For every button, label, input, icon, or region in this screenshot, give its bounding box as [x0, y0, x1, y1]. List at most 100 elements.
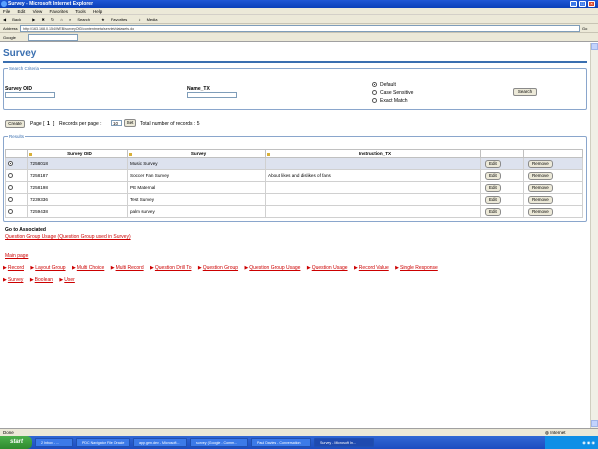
row-select-radio[interactable] — [8, 208, 13, 214]
tray-icons: ◉ ◉ ◉ — [582, 440, 595, 445]
search-icon: ⌕ — [68, 17, 72, 22]
nav-link-layout-group[interactable]: ▶Layout Group — [30, 265, 65, 271]
scroll-up-arrow-icon[interactable] — [591, 43, 598, 50]
survey-name-cell: Soccer Fan Survey — [127, 169, 266, 182]
edit-button[interactable]: Edit — [485, 195, 501, 204]
page-title: Survey — [3, 48, 37, 59]
edit-button[interactable]: Edit — [485, 183, 501, 192]
nav-link-question-drill-to[interactable]: ▶Question Drill To — [150, 265, 191, 271]
taskbar-item-survey-google[interactable]: survey (Google - Comm... — [190, 438, 248, 447]
remove-button[interactable]: Remove — [528, 159, 553, 168]
search-button[interactable]: ⌕ Search — [69, 17, 95, 22]
maximize-button[interactable]: □ — [579, 1, 586, 7]
records-per-page-input[interactable]: 10 — [111, 120, 122, 126]
menu-help[interactable]: Help — [93, 9, 102, 14]
instruction-column-header[interactable]: Instruction_TX — [265, 149, 481, 158]
title-divider — [3, 61, 587, 63]
survey-oid-input[interactable] — [5, 92, 55, 98]
edit-button[interactable]: Edit — [485, 159, 501, 168]
remove-button[interactable]: Remove — [528, 183, 553, 192]
remove-button[interactable]: Remove — [528, 207, 553, 216]
survey-oid-column-header[interactable]: Survey OID — [27, 149, 128, 158]
home-button[interactable]: ⌂ — [60, 17, 62, 22]
system-tray: ◉ ◉ ◉ — [545, 436, 598, 449]
survey-name-cell: PE Maternal — [127, 181, 266, 194]
triangle-right-icon: ▶ — [29, 277, 34, 283]
nav-link-question-group[interactable]: ▶Question Group — [198, 265, 238, 271]
nav-link-survey[interactable]: ▶Survey — [3, 277, 23, 283]
favorites-button[interactable]: ★ Favorites — [101, 17, 132, 22]
menu-favorites[interactable]: Favorites — [50, 9, 69, 14]
address-input[interactable]: http://163.168.0.154/WEB/surveyOID/conte… — [20, 25, 580, 32]
taskbar-item-paul-davies[interactable]: Paul Davies - Conversation — [251, 438, 311, 447]
nav-link-record-value[interactable]: ▶Record Value — [354, 265, 389, 271]
sort-icon — [129, 153, 132, 156]
nav-link-single-response[interactable]: ▶Single Response — [395, 265, 438, 271]
row-select-cell — [5, 169, 28, 182]
survey-column-header[interactable]: Survey — [127, 149, 266, 158]
taskbar-item-pdc-navigator[interactable]: PDC Navigator File Oracle — [76, 438, 130, 447]
address-label: Address — [3, 26, 18, 31]
scroll-down-arrow-icon[interactable] — [591, 420, 598, 427]
main-page-link[interactable]: Main page — [5, 253, 28, 259]
stop-button[interactable]: ✖ — [41, 17, 44, 22]
create-button[interactable]: Create — [5, 120, 25, 128]
table-row[interactable]: 7258198 PE Maternal Edit Remove — [5, 181, 583, 194]
radio-default[interactable] — [372, 82, 377, 87]
question-group-usage-link[interactable]: Question Group Usage (Question Group use… — [5, 234, 131, 240]
nav-link-record[interactable]: ▶Record — [3, 265, 24, 271]
name-tx-input[interactable] — [187, 92, 237, 98]
radio-case-sensitive[interactable] — [372, 90, 377, 95]
table-row[interactable]: 7259438 palm survey Edit Remove — [5, 205, 583, 218]
go-button[interactable]: Go — [582, 24, 587, 33]
remove-button[interactable]: Remove — [528, 171, 553, 180]
edit-button[interactable]: Edit — [485, 207, 501, 216]
table-row[interactable]: 7239336 Test Survey Edit Remove — [5, 193, 583, 206]
row-select-radio[interactable] — [8, 160, 13, 166]
vertical-scrollbar[interactable] — [590, 43, 598, 428]
survey-name-cell: Music Survey — [127, 157, 266, 170]
search-criteria-legend: Search Criteria — [9, 66, 40, 71]
sort-icon — [29, 153, 32, 156]
triangle-right-icon: ▶ — [110, 265, 115, 271]
row-select-radio[interactable] — [8, 184, 13, 190]
taskbar-item-survey-ie[interactable]: Survey - Microsoft In... — [314, 438, 374, 447]
close-button[interactable]: × — [588, 1, 595, 7]
set-button[interactable]: Set — [124, 119, 136, 127]
minimize-button[interactable]: _ — [570, 1, 577, 7]
nav-link-question-usage[interactable]: ▶Question Usage — [307, 265, 348, 271]
media-button[interactable]: ♪ Media — [138, 17, 162, 22]
search-button[interactable]: Search — [513, 88, 537, 96]
menu-tools[interactable]: Tools — [75, 9, 86, 14]
survey-oid-cell: 7258198 — [27, 181, 128, 194]
nav-link-boolean[interactable]: ▶Boolean — [30, 277, 53, 283]
refresh-button[interactable]: ↻ — [51, 17, 54, 22]
row-select-radio[interactable] — [8, 196, 13, 202]
triangle-right-icon: ▶ — [353, 265, 358, 271]
menu-edit[interactable]: Edit — [18, 9, 26, 14]
menu-view[interactable]: View — [33, 9, 43, 14]
remove-button[interactable]: Remove — [528, 195, 553, 204]
menu-file[interactable]: File — [3, 9, 10, 14]
nav-link-multi-choice[interactable]: ▶Multi Choice — [72, 265, 104, 271]
remove-cell: Remove — [523, 157, 583, 170]
results-legend: Results — [9, 134, 25, 139]
radio-exact-match[interactable] — [372, 98, 377, 103]
google-search-input[interactable] — [28, 34, 78, 41]
forward-button[interactable]: ▶ — [32, 17, 35, 22]
instruction-cell — [265, 157, 481, 170]
status-text: Done — [3, 430, 14, 435]
start-button[interactable]: start — [0, 436, 32, 449]
taskbar-item-inbox[interactable]: 2 Inbox - ... — [35, 438, 73, 447]
back-button[interactable]: ◀ Back — [3, 17, 26, 22]
row-select-radio[interactable] — [8, 172, 13, 178]
taskbar-item-app-gen-dev[interactable]: app.gen.dev - Microsoft... — [133, 438, 187, 447]
table-row[interactable]: 7258018 Music Survey Edit Remove — [5, 157, 583, 170]
select-column-header — [5, 149, 28, 158]
nav-link-question-group-usage[interactable]: ▶Question Group Usage — [244, 265, 300, 271]
table-row[interactable]: 7258187 Soccer Fan Survey About likes an… — [5, 169, 583, 182]
results-table: Survey OID Survey Instruction_TX 7258018… — [5, 149, 583, 218]
nav-link-user[interactable]: ▶User — [59, 277, 74, 283]
edit-button[interactable]: Edit — [485, 171, 501, 180]
nav-link-multi-record[interactable]: ▶Multi Record — [111, 265, 144, 271]
